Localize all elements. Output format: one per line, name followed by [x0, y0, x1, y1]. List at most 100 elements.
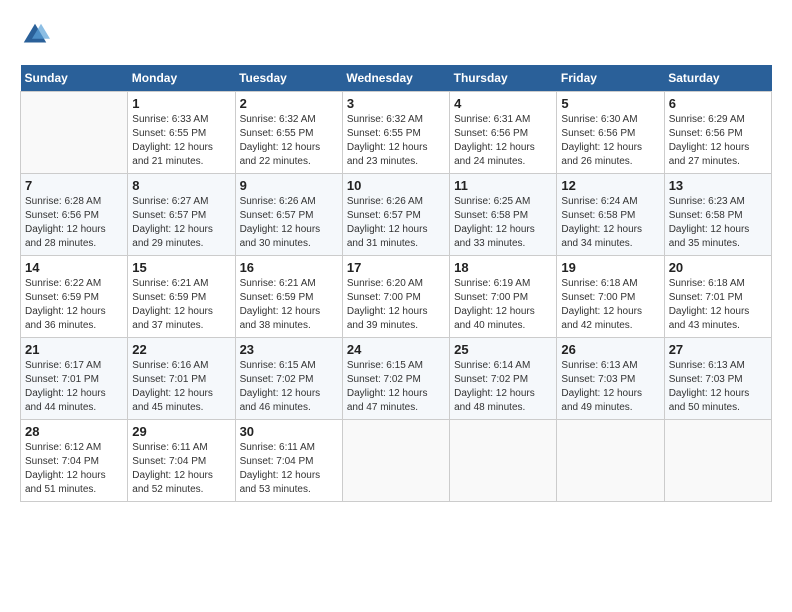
day-number: 25: [454, 342, 552, 357]
day-info: Sunrise: 6:18 AM Sunset: 7:00 PM Dayligh…: [561, 277, 659, 333]
day-number: 7: [25, 178, 123, 193]
calendar-cell: 8 Sunrise: 6:27 AM Sunset: 6:57 PM Daylig…: [128, 174, 235, 256]
day-of-week-header: Monday: [128, 65, 235, 92]
day-info: Sunrise: 6:11 AM Sunset: 7:04 PM Dayligh…: [240, 441, 338, 497]
calendar-cell: 21 Sunrise: 6:17 AM Sunset: 7:01 PM Dayli…: [21, 338, 128, 420]
day-number: 15: [132, 260, 230, 275]
calendar-cell: [664, 420, 771, 502]
day-number: 1: [132, 96, 230, 111]
day-number: 17: [347, 260, 445, 275]
day-number: 26: [561, 342, 659, 357]
day-info: Sunrise: 6:33 AM Sunset: 6:55 PM Dayligh…: [132, 113, 230, 169]
day-number: 18: [454, 260, 552, 275]
calendar-week-row: 21 Sunrise: 6:17 AM Sunset: 7:01 PM Dayli…: [21, 338, 772, 420]
day-info: Sunrise: 6:26 AM Sunset: 6:57 PM Dayligh…: [347, 195, 445, 251]
day-number: 10: [347, 178, 445, 193]
day-info: Sunrise: 6:14 AM Sunset: 7:02 PM Dayligh…: [454, 359, 552, 415]
calendar-cell: 25 Sunrise: 6:14 AM Sunset: 7:02 PM Dayli…: [450, 338, 557, 420]
day-info: Sunrise: 6:26 AM Sunset: 6:57 PM Dayligh…: [240, 195, 338, 251]
calendar-cell: 15Sunrise: 6:21 AM Sunset: 6:59 PM Dayli…: [128, 256, 235, 338]
day-info: Sunrise: 6:11 AM Sunset: 7:04 PM Dayligh…: [132, 441, 230, 497]
day-number: 11: [454, 178, 552, 193]
calendar-cell: 17 Sunrise: 6:20 AM Sunset: 7:00 PM Dayli…: [342, 256, 449, 338]
logo: [20, 20, 54, 50]
day-info: Sunrise: 6:13 AM Sunset: 7:03 PM Dayligh…: [561, 359, 659, 415]
day-number: 9: [240, 178, 338, 193]
calendar-cell: 6 Sunrise: 6:29 AM Sunset: 6:56 PM Daylig…: [664, 92, 771, 174]
day-info: Sunrise: 6:12 AM Sunset: 7:04 PM Dayligh…: [25, 441, 123, 497]
day-info: Sunrise: 6:20 AM Sunset: 7:00 PM Dayligh…: [347, 277, 445, 333]
day-number: 12: [561, 178, 659, 193]
calendar-header-row: SundayMondayTuesdayWednesdayThursdayFrid…: [21, 65, 772, 92]
day-number: 5: [561, 96, 659, 111]
day-number: 27: [669, 342, 767, 357]
day-info: Sunrise: 6:32 AM Sunset: 6:55 PM Dayligh…: [347, 113, 445, 169]
calendar-week-row: 1 Sunrise: 6:33 AM Sunset: 6:55 PM Daylig…: [21, 92, 772, 174]
day-number: 21: [25, 342, 123, 357]
day-number: 23: [240, 342, 338, 357]
calendar-cell: 1 Sunrise: 6:33 AM Sunset: 6:55 PM Daylig…: [128, 92, 235, 174]
day-info: Sunrise: 6:17 AM Sunset: 7:01 PM Dayligh…: [25, 359, 123, 415]
day-info: Sunrise: 6:15 AM Sunset: 7:02 PM Dayligh…: [240, 359, 338, 415]
logo-icon: [20, 20, 50, 50]
day-info: Sunrise: 6:32 AM Sunset: 6:55 PM Dayligh…: [240, 113, 338, 169]
day-info: Sunrise: 6:24 AM Sunset: 6:58 PM Dayligh…: [561, 195, 659, 251]
calendar-cell: 9 Sunrise: 6:26 AM Sunset: 6:57 PM Daylig…: [235, 174, 342, 256]
calendar-cell: 18Sunrise: 6:19 AM Sunset: 7:00 PM Dayli…: [450, 256, 557, 338]
day-info: Sunrise: 6:31 AM Sunset: 6:56 PM Dayligh…: [454, 113, 552, 169]
calendar-cell: 20 Sunrise: 6:18 AM Sunset: 7:01 PM Dayli…: [664, 256, 771, 338]
day-number: 22: [132, 342, 230, 357]
day-number: 29: [132, 424, 230, 439]
calendar-cell: 23 Sunrise: 6:15 AM Sunset: 7:02 PM Dayli…: [235, 338, 342, 420]
day-number: 20: [669, 260, 767, 275]
calendar-cell: 2 Sunrise: 6:32 AM Sunset: 6:55 PM Daylig…: [235, 92, 342, 174]
day-info: Sunrise: 6:13 AM Sunset: 7:03 PM Dayligh…: [669, 359, 767, 415]
day-number: 8: [132, 178, 230, 193]
calendar-cell: 30Sunrise: 6:11 AM Sunset: 7:04 PM Dayli…: [235, 420, 342, 502]
day-info: Sunrise: 6:18 AM Sunset: 7:01 PM Dayligh…: [669, 277, 767, 333]
calendar-cell: [21, 92, 128, 174]
calendar-cell: 22 Sunrise: 6:16 AM Sunset: 7:01 PM Dayli…: [128, 338, 235, 420]
day-info: Sunrise: 6:30 AM Sunset: 6:56 PM Dayligh…: [561, 113, 659, 169]
day-info: Sunrise: 6:29 AM Sunset: 6:56 PM Dayligh…: [669, 113, 767, 169]
calendar-week-row: 28 Sunrise: 6:12 AM Sunset: 7:04 PM Dayli…: [21, 420, 772, 502]
day-info: Sunrise: 6:22 AM Sunset: 6:59 PM Dayligh…: [25, 277, 123, 333]
day-of-week-header: Friday: [557, 65, 664, 92]
calendar-cell: 10 Sunrise: 6:26 AM Sunset: 6:57 PM Dayli…: [342, 174, 449, 256]
day-info: Sunrise: 6:15 AM Sunset: 7:02 PM Dayligh…: [347, 359, 445, 415]
day-number: 16: [240, 260, 338, 275]
day-of-week-header: Saturday: [664, 65, 771, 92]
calendar-cell: 29 Sunrise: 6:11 AM Sunset: 7:04 PM Dayli…: [128, 420, 235, 502]
calendar-cell: 13Sunrise: 6:23 AM Sunset: 6:58 PM Dayli…: [664, 174, 771, 256]
day-number: 14: [25, 260, 123, 275]
calendar-cell: 3 Sunrise: 6:32 AM Sunset: 6:55 PM Daylig…: [342, 92, 449, 174]
calendar-cell: [342, 420, 449, 502]
calendar-cell: 24 Sunrise: 6:15 AM Sunset: 7:02 PM Dayli…: [342, 338, 449, 420]
page-header: [20, 20, 772, 50]
calendar-cell: 28 Sunrise: 6:12 AM Sunset: 7:04 PM Dayli…: [21, 420, 128, 502]
day-number: 6: [669, 96, 767, 111]
day-of-week-header: Tuesday: [235, 65, 342, 92]
calendar-cell: 7 Sunrise: 6:28 AM Sunset: 6:56 PM Daylig…: [21, 174, 128, 256]
day-number: 13: [669, 178, 767, 193]
day-number: 19: [561, 260, 659, 275]
day-number: 24: [347, 342, 445, 357]
day-info: Sunrise: 6:27 AM Sunset: 6:57 PM Dayligh…: [132, 195, 230, 251]
day-of-week-header: Thursday: [450, 65, 557, 92]
day-info: Sunrise: 6:25 AM Sunset: 6:58 PM Dayligh…: [454, 195, 552, 251]
day-info: Sunrise: 6:28 AM Sunset: 6:56 PM Dayligh…: [25, 195, 123, 251]
day-info: Sunrise: 6:21 AM Sunset: 6:59 PM Dayligh…: [240, 277, 338, 333]
calendar-week-row: 14 Sunrise: 6:22 AM Sunset: 6:59 PM Dayli…: [21, 256, 772, 338]
day-info: Sunrise: 6:16 AM Sunset: 7:01 PM Dayligh…: [132, 359, 230, 415]
calendar-cell: 11 Sunrise: 6:25 AM Sunset: 6:58 PM Dayli…: [450, 174, 557, 256]
calendar-cell: 14 Sunrise: 6:22 AM Sunset: 6:59 PM Dayli…: [21, 256, 128, 338]
day-number: 4: [454, 96, 552, 111]
calendar-cell: 5 Sunrise: 6:30 AM Sunset: 6:56 PM Daylig…: [557, 92, 664, 174]
calendar-cell: 16 Sunrise: 6:21 AM Sunset: 6:59 PM Dayli…: [235, 256, 342, 338]
day-of-week-header: Wednesday: [342, 65, 449, 92]
calendar-cell: 4 Sunrise: 6:31 AM Sunset: 6:56 PM Daylig…: [450, 92, 557, 174]
day-number: 28: [25, 424, 123, 439]
day-number: 3: [347, 96, 445, 111]
calendar-cell: 19 Sunrise: 6:18 AM Sunset: 7:00 PM Dayli…: [557, 256, 664, 338]
day-number: 2: [240, 96, 338, 111]
